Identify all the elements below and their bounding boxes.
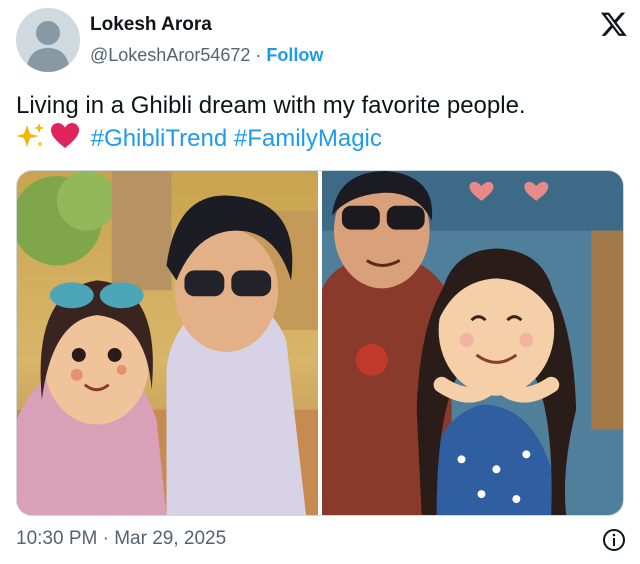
hashtag-ghiblitrend[interactable]: #GhibliTrend [91,125,228,152]
author-handle[interactable]: @LokeshAror54672 [90,45,250,65]
media-image-right[interactable] [322,171,623,515]
sparkles-icon [16,123,45,147]
ghibli-selfie-image [17,171,318,515]
tweet-media [16,170,624,516]
red-heart-icon [51,123,79,148]
ghibli-hug-image [322,171,623,515]
handle-row: @LokeshAror54672 · Follow [90,45,323,66]
avatar[interactable] [16,8,80,72]
tweet-text: Living in a Ghibli dream with my favorit… [16,90,624,155]
info-icon[interactable] [602,528,626,552]
tweet-timestamp[interactable]: 10:30 PM · Mar 29, 2025 [16,528,226,550]
tweet-header: Lokesh Arora @LokeshAror54672 · Follow [0,0,640,80]
tweet-text-line: Living in a Ghibli dream with my favorit… [16,92,526,119]
media-image-left[interactable] [17,171,318,515]
hashtag-familymagic[interactable]: #FamilyMagic [234,125,382,152]
follow-button[interactable]: Follow [266,45,323,65]
author-name[interactable]: Lokesh Arora [90,14,212,36]
default-avatar-icon [16,8,80,72]
x-logo-icon[interactable] [600,10,628,38]
handle-separator: · [250,45,267,65]
